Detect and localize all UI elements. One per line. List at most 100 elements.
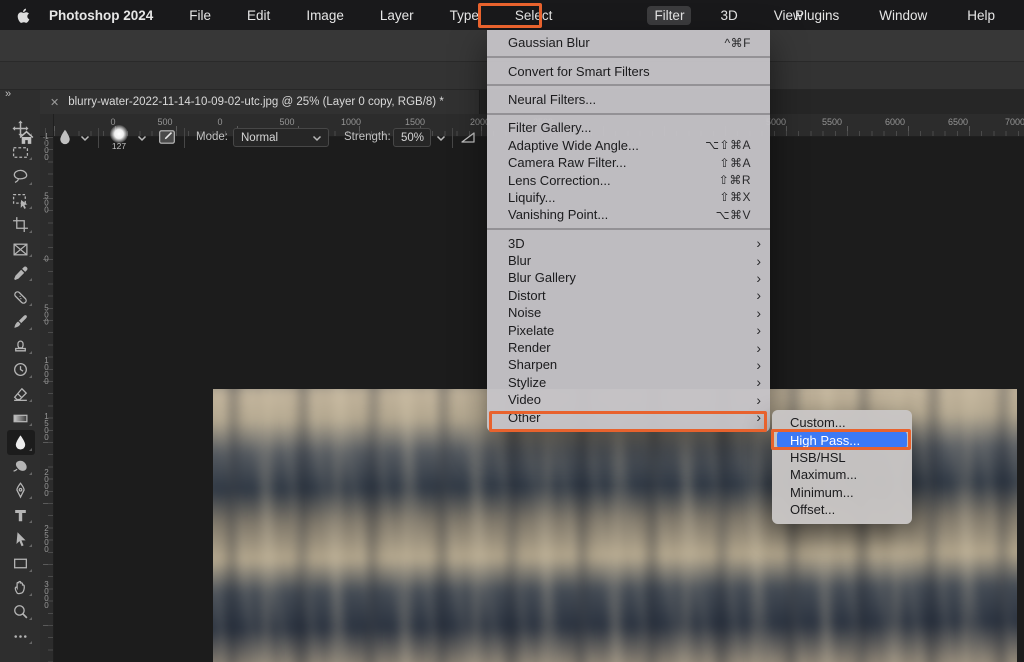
- smudge-tool[interactable]: [7, 455, 35, 479]
- chevron-down-icon[interactable]: [436, 135, 446, 142]
- gradient-tool[interactable]: [7, 406, 35, 430]
- submenu-item[interactable]: Offset...: [772, 501, 912, 518]
- eyedropper-tool[interactable]: [7, 261, 35, 285]
- photoshop-window: 0500050010001500200025005000550060006500…: [0, 0, 1024, 662]
- mode-value: Normal: [241, 132, 278, 144]
- filter-menu-item[interactable]: [487, 84, 770, 86]
- menu-item-label: Offset...: [790, 502, 903, 517]
- filter-menu-item[interactable]: Neural Filters...: [487, 91, 770, 108]
- filter-menu-item[interactable]: Liquify... ⇧⌘X: [487, 189, 770, 206]
- filter-menu-item[interactable]: Sharpen: [487, 356, 770, 373]
- filter-menu-item[interactable]: Render: [487, 339, 770, 356]
- brush-tool[interactable]: [7, 310, 35, 334]
- filter-menu-item[interactable]: Blur Gallery: [487, 269, 770, 286]
- type-tool[interactable]: [7, 503, 35, 527]
- menu-item-label: Pixelate: [508, 323, 751, 338]
- filter-menu-item[interactable]: Vanishing Point... ⌥⌘V: [487, 206, 770, 223]
- healing-brush-tool[interactable]: [7, 285, 35, 309]
- pen-tool[interactable]: [7, 479, 35, 503]
- submenu-item[interactable]: High Pass...: [777, 431, 907, 448]
- expand-panel-icon[interactable]: »: [5, 88, 11, 100]
- filter-menu-item[interactable]: Lens Correction... ⇧⌘R: [487, 171, 770, 188]
- menu-bar-item[interactable]: File: [182, 6, 218, 25]
- submenu-item[interactable]: Minimum...: [772, 484, 912, 501]
- menu-item-label: Video: [508, 392, 751, 407]
- tools-column: [4, 116, 37, 648]
- filter-menu-item[interactable]: Distort: [487, 287, 770, 304]
- menu-bar-item[interactable]: Edit: [240, 6, 277, 25]
- filter-menu-item[interactable]: Blur: [487, 252, 770, 269]
- edit-toolbar-icon[interactable]: [7, 624, 35, 648]
- strength-field[interactable]: 50%: [393, 128, 431, 147]
- clone-stamp-tool[interactable]: [7, 334, 35, 358]
- lasso-tool[interactable]: [7, 164, 35, 188]
- filter-menu-item[interactable]: Video: [487, 391, 770, 408]
- filter-menu-item[interactable]: Camera Raw Filter... ⇧⌘A: [487, 154, 770, 171]
- menu-bar-item[interactable]: Image: [299, 6, 351, 25]
- filter-menu-item[interactable]: Adaptive Wide Angle... ⌥⇧⌘A: [487, 137, 770, 154]
- ruler-tick-label: 5500: [822, 117, 842, 127]
- filter-menu-item[interactable]: Convert for Smart Filters: [487, 62, 770, 79]
- home-icon[interactable]: [18, 129, 35, 146]
- menu-item-label: Camera Raw Filter...: [508, 155, 719, 170]
- menu-bar-item[interactable]: Select: [508, 6, 560, 25]
- menu-item-label: HSB/HSL: [790, 450, 903, 465]
- brush-settings-toggle-icon[interactable]: [158, 128, 176, 146]
- path-selection-tool[interactable]: [7, 527, 35, 551]
- submenu-item[interactable]: HSB/HSL: [772, 449, 912, 466]
- filter-menu-item[interactable]: Noise: [487, 304, 770, 321]
- tab-close-icon[interactable]: ✕: [50, 96, 59, 109]
- other-submenu: Custom... High Pass... HSB/HSL Maximum..…: [772, 410, 912, 524]
- filter-menu-item[interactable]: Stylize: [487, 374, 770, 391]
- filter-menu-item[interactable]: Other: [487, 408, 770, 425]
- hand-tool[interactable]: [7, 576, 35, 600]
- filter-menu-item[interactable]: Gaussian Blur ^⌘F: [487, 34, 770, 51]
- brush-size-value: 127: [110, 141, 128, 151]
- ruler-tick-label: 500: [41, 304, 51, 325]
- chevron-down-icon[interactable]: [137, 135, 147, 142]
- apple-logo-icon[interactable]: [16, 8, 30, 24]
- menu-bar-item[interactable]: Photoshop 2024: [42, 6, 160, 25]
- menu-bar-right-items: Plugins Window Help: [788, 0, 1002, 30]
- menu-bar-item[interactable]: Filter: [647, 6, 691, 25]
- document-tab[interactable]: ✕ blurry-water-2022-11-14-10-09-02-utc.j…: [40, 90, 480, 114]
- submenu-item[interactable]: Maximum...: [772, 466, 912, 483]
- menu-item-shortcut: ⇧⌘A: [719, 156, 751, 170]
- frame-tool[interactable]: [7, 237, 35, 261]
- filter-menu-item[interactable]: [487, 228, 770, 230]
- filter-menu-item[interactable]: [487, 113, 770, 115]
- zoom-tool[interactable]: [7, 600, 35, 624]
- menu-bar-item[interactable]: Help: [960, 6, 1002, 25]
- menu-bar-item[interactable]: Type: [443, 6, 486, 25]
- eraser-tool[interactable]: [7, 382, 35, 406]
- menu-bar-item[interactable]: Window: [872, 6, 934, 25]
- menu-bar-item[interactable]: Plugins: [788, 6, 846, 25]
- chevron-down-icon[interactable]: [80, 135, 90, 142]
- menu-bar-item[interactable]: Layer: [373, 6, 421, 25]
- object-selection-tool[interactable]: [7, 189, 35, 213]
- blur-tool[interactable]: [7, 430, 35, 454]
- menu-item-label: Render: [508, 340, 751, 355]
- menu-bar-item[interactable]: 3D: [713, 6, 744, 25]
- tab-title: blurry-water-2022-11-14-10-09-02-utc.jpg…: [68, 96, 444, 108]
- submenu-item[interactable]: Custom...: [772, 414, 912, 431]
- filter-menu-item[interactable]: Filter Gallery...: [487, 119, 770, 136]
- menu-item-label: Convert for Smart Filters: [508, 64, 751, 79]
- menu-item-label: Maximum...: [790, 467, 903, 482]
- filter-menu-item[interactable]: [487, 56, 770, 58]
- rectangle-tool[interactable]: [7, 551, 35, 575]
- submenu-arrow-icon: [751, 374, 761, 390]
- menu-item-shortcut: ⇧⌘X: [719, 190, 751, 204]
- mode-dropdown[interactable]: Normal: [233, 128, 329, 147]
- filter-menu-item[interactable]: Pixelate: [487, 321, 770, 338]
- filter-menu: Gaussian Blur ^⌘F Convert for Smart Filt…: [487, 30, 770, 432]
- filter-menu-item[interactable]: 3D: [487, 235, 770, 252]
- crop-tool[interactable]: [7, 213, 35, 237]
- history-brush-tool[interactable]: [7, 358, 35, 382]
- blur-tool-option-icon[interactable]: [56, 128, 74, 146]
- ruler-tick-label: 7000: [1005, 117, 1024, 127]
- menu-item-label: Lens Correction...: [508, 173, 719, 188]
- pressure-angle-icon[interactable]: [460, 130, 476, 144]
- menu-item-label: Filter Gallery...: [508, 120, 751, 135]
- submenu-arrow-icon: [751, 340, 761, 356]
